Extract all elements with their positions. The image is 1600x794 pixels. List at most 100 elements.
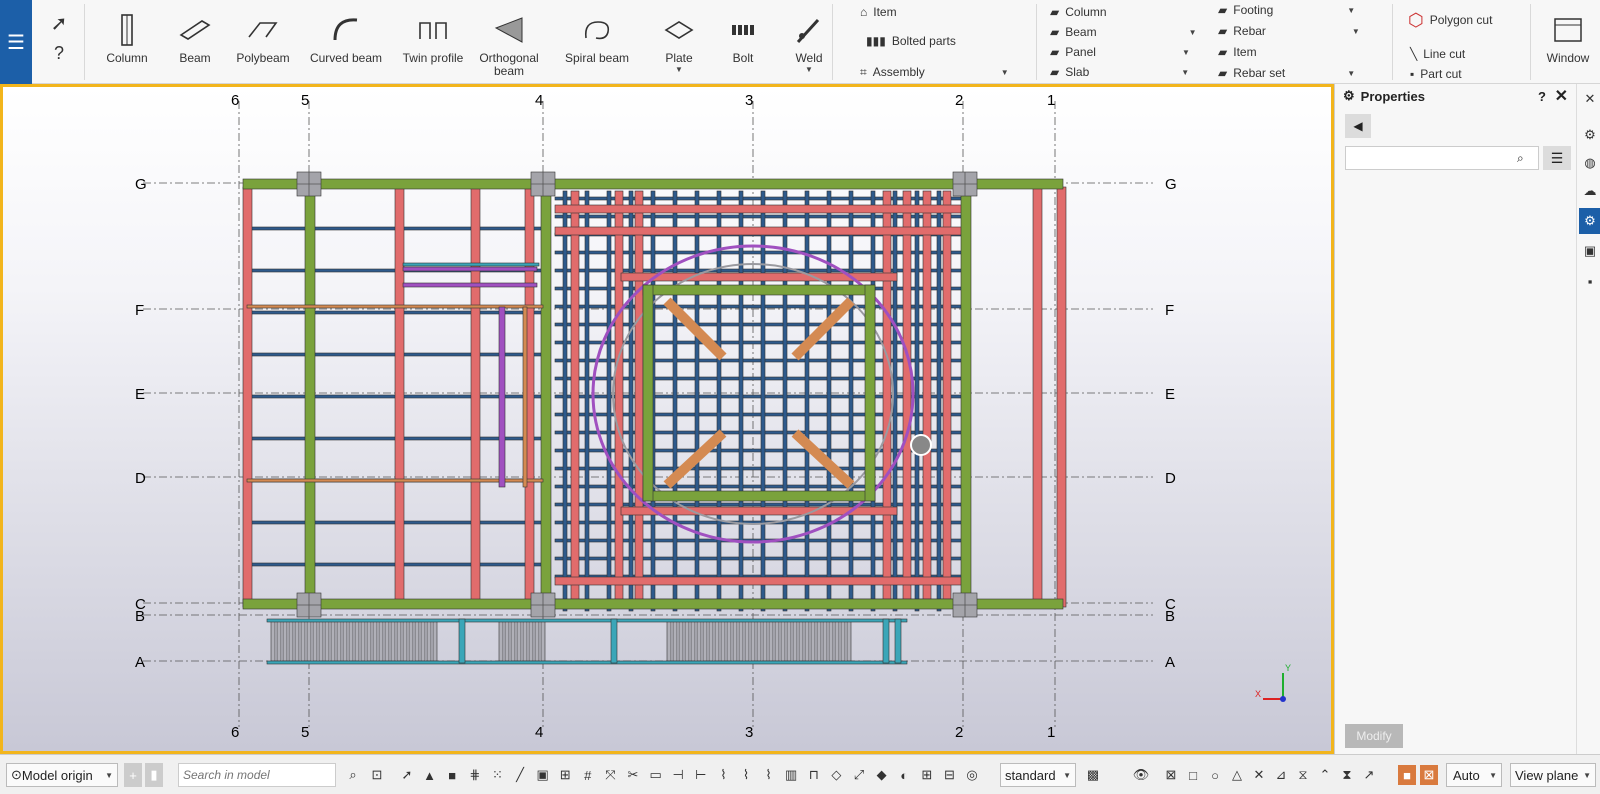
weld-button[interactable]: Weld ▼ <box>774 8 844 76</box>
selection-filter-icon[interactable]: ⧗ <box>1338 765 1356 785</box>
foundation-strip[interactable] <box>504 620 510 662</box>
secondary-column[interactable] <box>672 190 678 612</box>
snap-mode-select[interactable]: Auto ▼ <box>1446 763 1502 787</box>
foundation-strip[interactable] <box>702 620 708 662</box>
plate-button[interactable]: Plate ▼ <box>644 8 714 76</box>
model-origin-select[interactable]: ⊙ Model origin ▼ <box>6 763 118 787</box>
foundation-strip[interactable] <box>360 620 366 662</box>
foundation-strip[interactable] <box>534 620 540 662</box>
cloud-tab-icon[interactable]: ☁ <box>1579 178 1600 204</box>
secondary-column[interactable] <box>738 190 744 612</box>
foundation-strip[interactable] <box>420 620 426 662</box>
secondary-column[interactable] <box>826 190 832 612</box>
foundation-post[interactable] <box>894 618 902 664</box>
concrete2-item-button[interactable]: ▰ Item <box>1218 42 1257 62</box>
secondary-column[interactable] <box>914 190 920 612</box>
secondary-beam[interactable] <box>246 304 544 309</box>
foundation-strip[interactable] <box>672 620 678 662</box>
foundation-strip[interactable] <box>690 620 696 662</box>
selection-filter-icon[interactable]: ✕ <box>1250 765 1268 785</box>
foundation-strip[interactable] <box>276 620 282 662</box>
search-icon[interactable]: ⌕ <box>344 765 362 785</box>
foundation-strip[interactable] <box>696 620 702 662</box>
secondary-beam[interactable] <box>246 478 544 483</box>
foundation-strip[interactable] <box>804 620 810 662</box>
foundation-strip[interactable] <box>522 620 528 662</box>
foundation-strip[interactable] <box>810 620 816 662</box>
snap-tool-icon[interactable]: ▣ <box>534 765 552 785</box>
snap-tool-icon[interactable]: ⊓ <box>805 765 823 785</box>
column-member[interactable] <box>394 186 405 608</box>
foundation-strip[interactable] <box>774 620 780 662</box>
selection-filter-icon[interactable]: ⊠ <box>1162 765 1180 785</box>
foundation-strip[interactable] <box>372 620 378 662</box>
foundation-strip[interactable] <box>732 620 738 662</box>
foundation-post[interactable] <box>458 618 466 664</box>
foundation-strip[interactable] <box>306 620 312 662</box>
foundation-strip[interactable] <box>288 620 294 662</box>
hamburger-icon[interactable]: ☰ <box>0 0 32 84</box>
window-button[interactable]: Window <box>1540 8 1596 76</box>
foundation-strip[interactable] <box>318 620 324 662</box>
foundation-strip[interactable] <box>792 620 798 662</box>
foundation-strip[interactable] <box>720 620 726 662</box>
column-member[interactable] <box>922 190 932 604</box>
help-icon[interactable]: ? <box>1538 89 1546 104</box>
frame-beam[interactable] <box>642 490 876 502</box>
snap-tool-icon[interactable]: ▥ <box>782 765 800 785</box>
orthogonal-beam-button[interactable]: Orthogonal beam <box>474 8 544 78</box>
frame-column[interactable] <box>304 178 316 610</box>
frame-column[interactable] <box>540 178 552 610</box>
selection-filter-icon[interactable]: ↗ <box>1360 765 1378 785</box>
column-member[interactable] <box>570 190 580 604</box>
foundation-strip[interactable] <box>378 620 384 662</box>
snap-tool-icon[interactable]: ⊣ <box>669 765 687 785</box>
secondary-column[interactable] <box>716 190 722 612</box>
back-button[interactable]: ◀ <box>1345 114 1371 138</box>
snap-tool-icon[interactable]: ▭ <box>647 765 665 785</box>
snap-tool-icon[interactable]: ⌇ <box>737 765 755 785</box>
snap-tool-icon[interactable]: ⊢ <box>692 765 710 785</box>
foundation-strip[interactable] <box>846 620 852 662</box>
spiral-beam-button[interactable]: Spiral beam <box>562 8 632 76</box>
foundation-strip[interactable] <box>402 620 408 662</box>
column-member[interactable] <box>1032 186 1043 608</box>
foundation-post[interactable] <box>610 618 618 664</box>
column-button[interactable]: Column <box>92 8 162 76</box>
secondary-column[interactable] <box>848 190 854 612</box>
foundation-strip[interactable] <box>408 620 414 662</box>
foundation-strip[interactable] <box>498 620 504 662</box>
foundation-strip[interactable] <box>708 620 714 662</box>
foundation-strip[interactable] <box>414 620 420 662</box>
foundation-strip[interactable] <box>324 620 330 662</box>
column-member[interactable] <box>902 190 912 604</box>
snap-tool-icon[interactable]: ╱ <box>511 765 529 785</box>
secondary-column[interactable] <box>584 190 590 612</box>
beam-member[interactable] <box>554 204 966 214</box>
foundation-strip[interactable] <box>336 620 342 662</box>
foundation-strip[interactable] <box>282 620 288 662</box>
beam-button[interactable]: Beam <box>160 8 230 76</box>
foundation-strip[interactable] <box>354 620 360 662</box>
foundation-strip[interactable] <box>714 620 720 662</box>
globe-tab-icon[interactable]: ◍ <box>1579 150 1600 176</box>
foundation-strip[interactable] <box>516 620 522 662</box>
foundation-beam[interactable] <box>266 618 908 623</box>
line-cut-button[interactable]: ╲ Line cut <box>1410 44 1465 64</box>
snap-tool-icon[interactable]: ✂ <box>624 765 642 785</box>
snap-tool-icon[interactable]: ◎ <box>963 765 981 785</box>
foundation-strip[interactable] <box>816 620 822 662</box>
concrete-beam-button[interactable]: ▰ Beam ▼ <box>1050 22 1197 42</box>
foundation-strip[interactable] <box>684 620 690 662</box>
column-member[interactable] <box>634 190 644 604</box>
snap-tool-icon[interactable]: ⊟ <box>940 765 958 785</box>
properties-menu-button[interactable]: ☰ <box>1543 146 1571 170</box>
assembly-button[interactable]: ⌗ Assembly ▼ <box>860 62 1009 82</box>
foundation-strip[interactable] <box>762 620 768 662</box>
foundation-strip[interactable] <box>312 620 318 662</box>
foundation-strip[interactable] <box>510 620 516 662</box>
snap-tool-icon[interactable]: ⋕ <box>466 765 484 785</box>
twin-profile-button[interactable]: Twin profile <box>398 8 468 76</box>
tools-tab-icon[interactable]: ▪ <box>1579 268 1600 294</box>
foundation-strip[interactable] <box>750 620 756 662</box>
